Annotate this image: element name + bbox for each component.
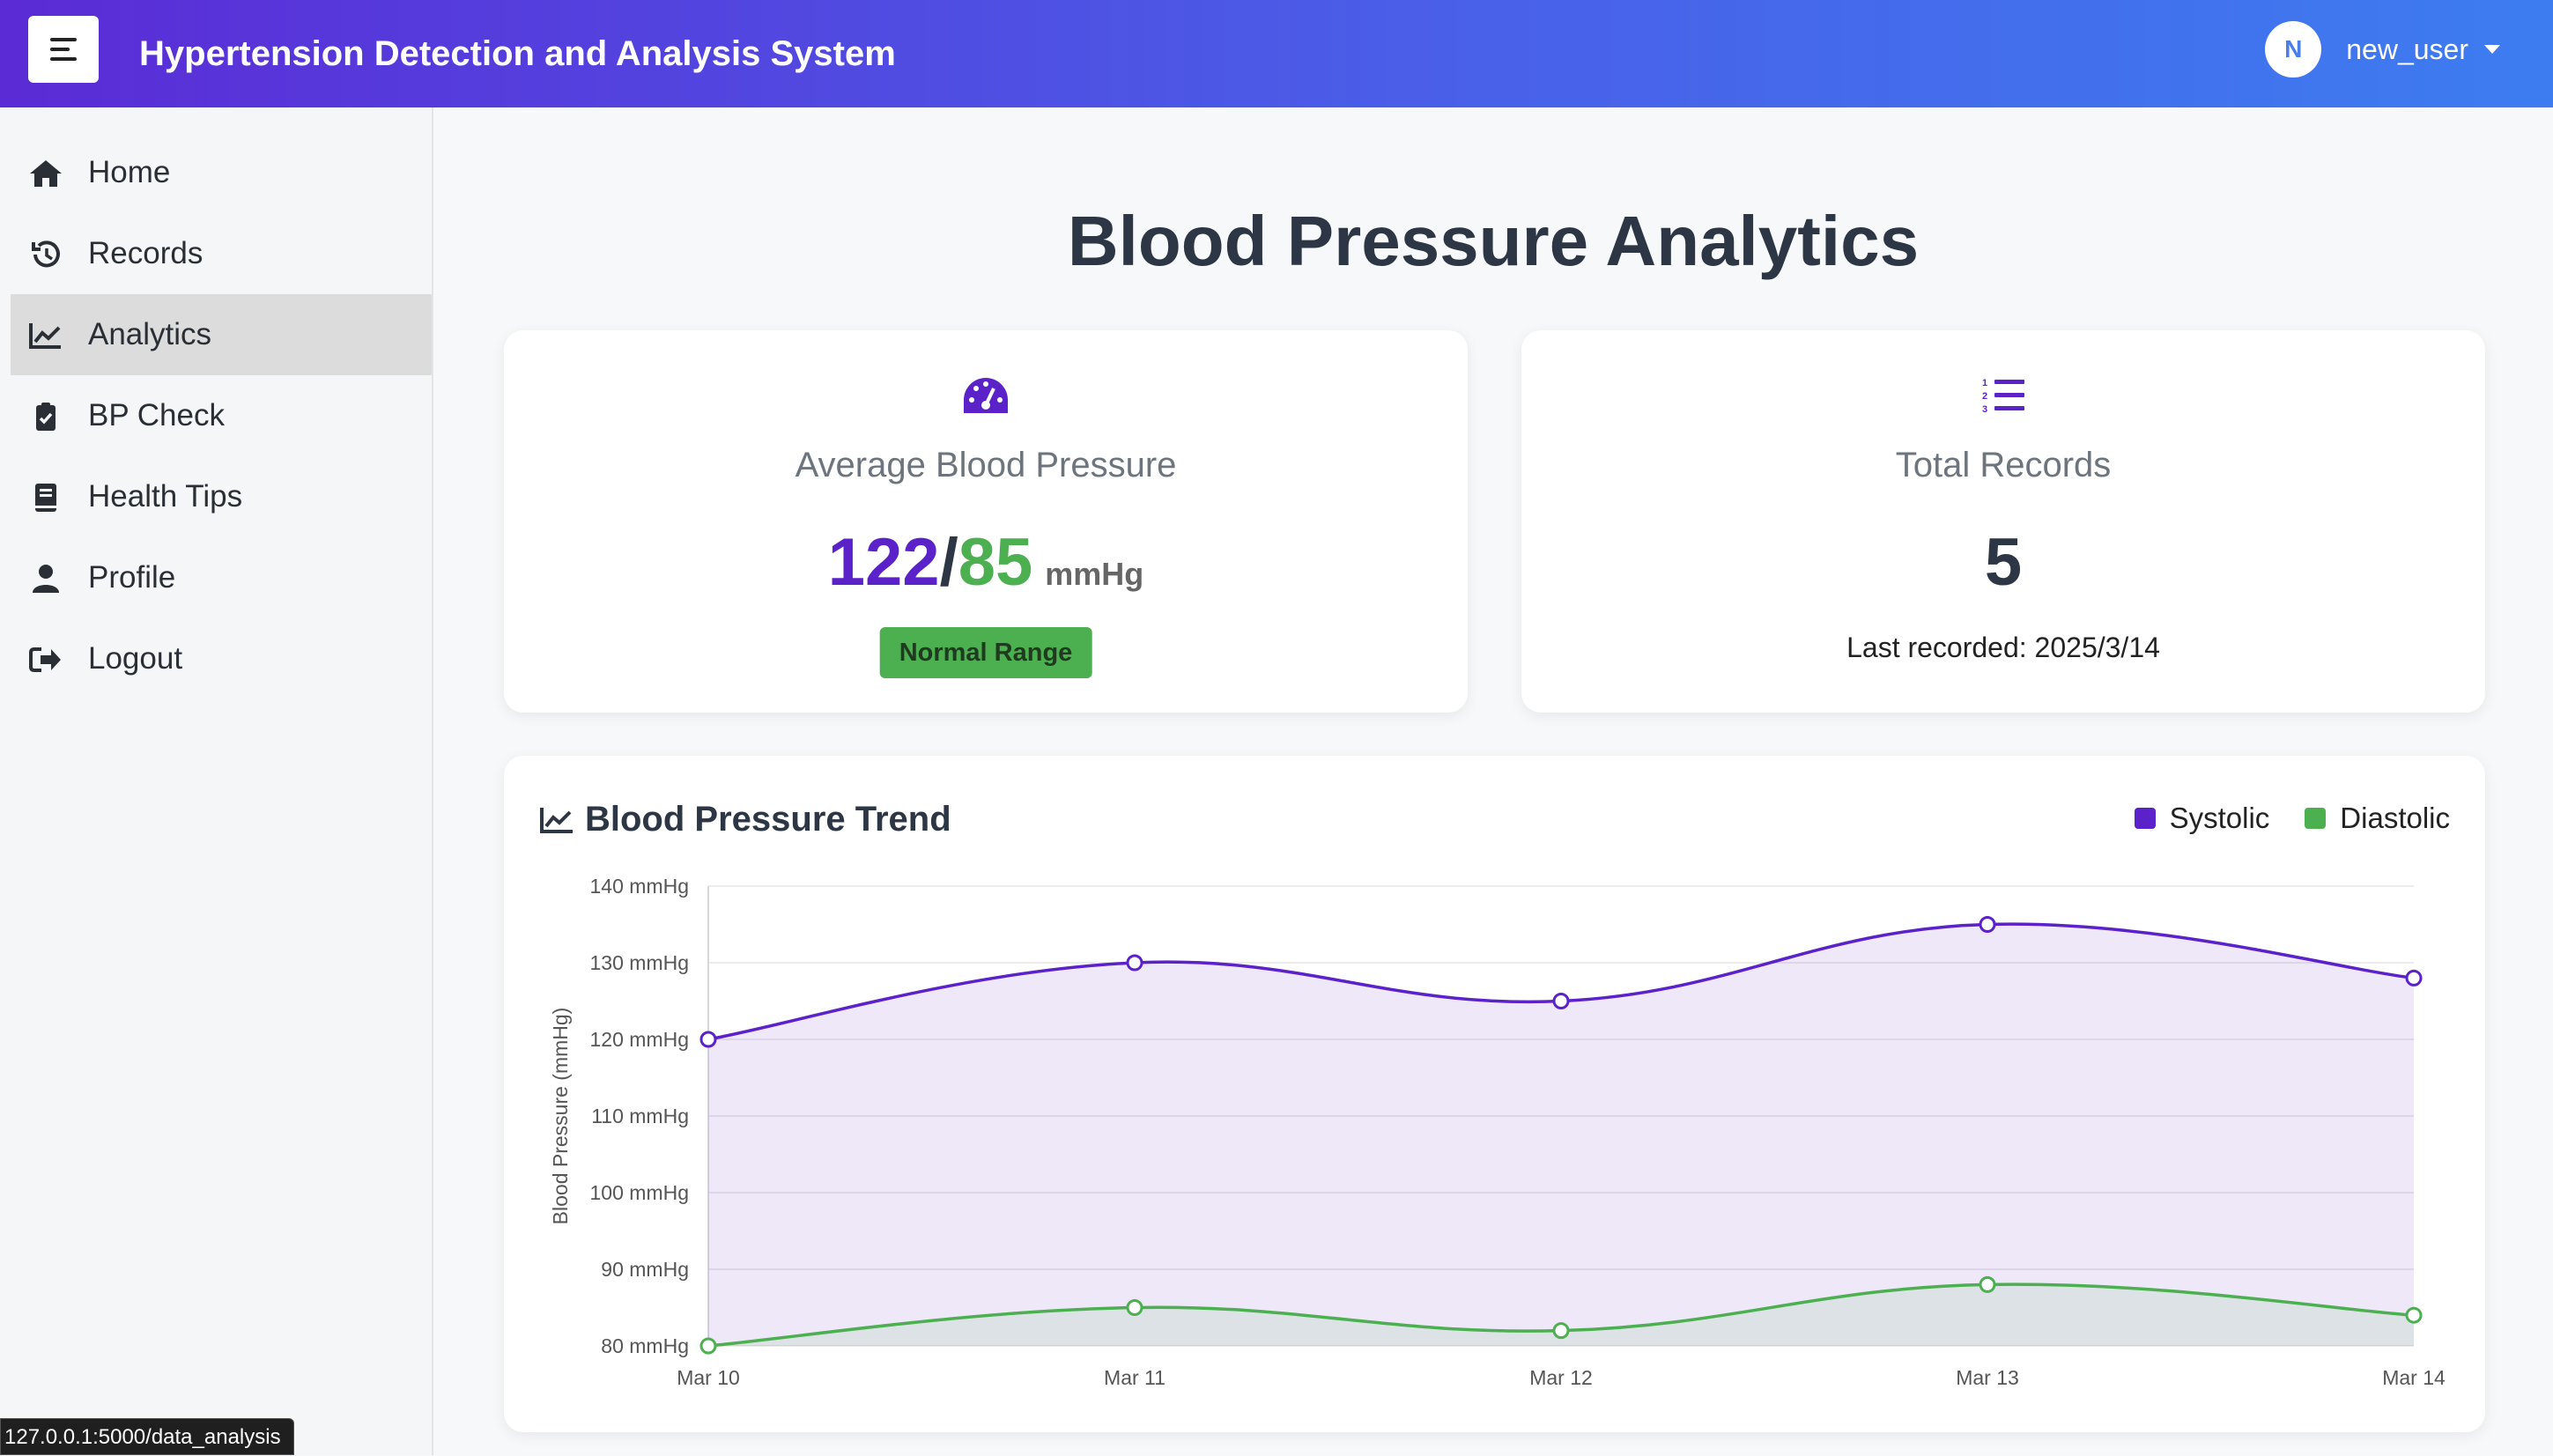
svg-text:2: 2 xyxy=(1982,391,1987,402)
status-bar-url: 127.0.0.1:5000/data_analysis xyxy=(0,1418,294,1455)
average-bp-value: 122 / 85 mmHg xyxy=(504,524,1468,601)
list-ol-icon: 1 2 3 xyxy=(1521,376,2485,415)
svg-text:3: 3 xyxy=(1982,404,1987,415)
chart-line-icon xyxy=(28,321,63,351)
status-badge: Normal Range xyxy=(880,627,1092,678)
y-tick-label: 120 mmHg xyxy=(590,1028,689,1051)
data-point-systolic xyxy=(701,1032,715,1046)
username: new_user xyxy=(2346,33,2468,66)
data-point-diastolic xyxy=(1128,1301,1142,1315)
x-tick-label: Mar 10 xyxy=(677,1366,740,1389)
page-title: Blood Pressure Analytics xyxy=(433,201,2553,282)
sidebar-item-records[interactable]: Records xyxy=(11,213,432,294)
x-tick-label: Mar 12 xyxy=(1529,1366,1593,1389)
sidebar-item-health-tips[interactable]: Health Tips xyxy=(11,456,432,537)
sidebar-item-label: Home xyxy=(88,155,170,190)
data-point-diastolic xyxy=(1554,1324,1568,1338)
y-tick-label: 110 mmHg xyxy=(591,1105,689,1127)
data-point-diastolic xyxy=(701,1339,715,1353)
sidebar-item-analytics[interactable]: Analytics xyxy=(11,294,432,375)
total-records-count: 5 xyxy=(1521,524,2485,601)
app-title: Hypertension Detection and Analysis Syst… xyxy=(139,0,896,107)
home-icon xyxy=(28,159,63,188)
x-tick-label: Mar 14 xyxy=(2382,1366,2446,1389)
y-tick-label: 90 mmHg xyxy=(601,1258,689,1281)
menu-icon xyxy=(50,38,77,61)
x-tick-label: Mar 13 xyxy=(1956,1366,2019,1389)
sidebar-item-label: Logout xyxy=(88,641,182,676)
data-point-systolic xyxy=(2407,971,2421,985)
y-tick-label: 140 mmHg xyxy=(590,875,689,898)
book-icon xyxy=(28,483,63,513)
sidebar-item-bp-check[interactable]: BP Check xyxy=(11,375,432,456)
average-bp-card: Average Blood Pressure 122 / 85 mmHg Nor… xyxy=(504,330,1468,713)
top-navbar: Hypertension Detection and Analysis Syst… xyxy=(0,0,2553,107)
sign-out-icon xyxy=(28,645,63,675)
data-point-systolic xyxy=(1128,956,1142,970)
history-icon xyxy=(28,240,63,270)
sidebar-item-logout[interactable]: Logout xyxy=(11,618,432,699)
avatar: N xyxy=(2265,21,2321,78)
sidebar-item-label: Profile xyxy=(88,560,175,595)
sidebar-item-label: Health Tips xyxy=(88,479,242,514)
gauge-icon xyxy=(504,376,1468,415)
svg-text:1: 1 xyxy=(1982,378,1987,388)
y-axis-label: Blood Pressure (mmHg) xyxy=(549,1008,572,1225)
user-icon xyxy=(28,564,63,594)
sidebar: Home Records Analytics BP Check Health T… xyxy=(0,107,433,1455)
total-records-label: Total Records xyxy=(1521,446,2485,485)
y-tick-label: 80 mmHg xyxy=(601,1334,689,1357)
sidebar-toggle-button[interactable] xyxy=(28,16,99,83)
y-tick-label: 130 mmHg xyxy=(590,951,689,974)
sidebar-item-home[interactable]: Home xyxy=(11,132,432,213)
total-records-card: 1 2 3 Total Records 5 Last recorded: 2025/… xyxy=(1521,330,2485,713)
clipboard-check-icon xyxy=(28,402,63,432)
diastolic-value: 85 xyxy=(958,524,1033,601)
chevron-down-icon xyxy=(2484,45,2500,54)
data-point-diastolic xyxy=(1980,1277,1994,1291)
data-point-diastolic xyxy=(2407,1308,2421,1322)
data-point-systolic xyxy=(1554,994,1568,1009)
sidebar-item-label: Analytics xyxy=(88,317,211,352)
average-bp-label: Average Blood Pressure xyxy=(504,446,1468,485)
x-tick-label: Mar 11 xyxy=(1104,1366,1166,1389)
bp-trend-chart: 80 mmHg 90 mmHg 100 mmHg 110 mmHg 120 mmHg 13… xyxy=(504,756,2485,1432)
sidebar-item-profile[interactable]: Profile xyxy=(11,537,432,618)
trend-chart-card: Blood Pressure Trend Systolic Diastolic … xyxy=(504,756,2485,1432)
last-recorded-text: Last recorded: 2025/3/14 xyxy=(1521,632,2485,664)
user-menu-dropdown[interactable]: N new_user xyxy=(2265,19,2500,79)
data-point-systolic xyxy=(1980,918,1994,932)
systolic-value: 122 xyxy=(828,524,940,601)
y-tick-label: 100 mmHg xyxy=(590,1181,689,1204)
sidebar-item-label: Records xyxy=(88,236,203,271)
series-area-systolic xyxy=(708,924,2414,1346)
bp-unit: mmHg xyxy=(1045,556,1143,593)
sidebar-item-label: BP Check xyxy=(88,398,225,433)
bp-separator: / xyxy=(940,524,958,601)
